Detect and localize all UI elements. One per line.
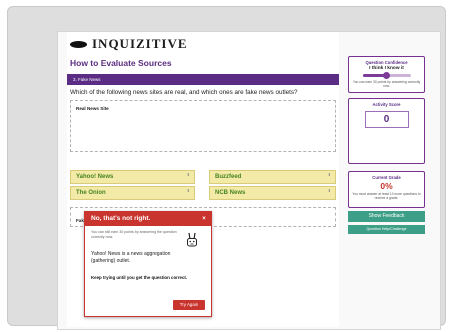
- rabbit-mascot-icon: [187, 232, 197, 247]
- current-grade-value: 0%: [380, 181, 393, 191]
- confidence-title: Question Confidence: [365, 60, 408, 65]
- popup-title: No, that's not right.: [91, 215, 151, 222]
- current-grade-note: You must answer at least 10 more questio…: [352, 192, 421, 201]
- confidence-slider[interactable]: [362, 72, 411, 79]
- page-title: How to Evaluate Sources: [70, 58, 172, 68]
- close-icon[interactable]: ×: [199, 214, 209, 224]
- drag-handle-icon: ⬍: [327, 188, 331, 193]
- real-news-dropzone[interactable]: Real News Site: [70, 100, 336, 152]
- tile-label: Buzzfeed: [215, 174, 242, 180]
- question-help-button[interactable]: Question Help/Challenge: [348, 225, 425, 234]
- current-grade-title: Current Grade: [372, 175, 401, 180]
- activity-score-title: Activity Score: [372, 102, 401, 107]
- activity-score-panel: Activity Score 0: [348, 98, 425, 164]
- popup-header: No, that's not right. ×: [85, 212, 211, 226]
- confidence-value: I think I know it: [369, 66, 404, 71]
- drag-handle-icon: ⬍: [186, 172, 190, 177]
- tile-label: NCB News: [215, 190, 246, 196]
- tile-yahoo-news[interactable]: Yahoo! News ⬍: [70, 170, 195, 184]
- brand-name: INQUIZITIVE: [92, 36, 188, 51]
- popup-message: Yahoo! News is a news aggregation (gathe…: [91, 251, 171, 264]
- device-frame: INQUIZITIVE How to Evaluate Sources 3. F…: [7, 6, 446, 330]
- question-text: Which of the following news sites are re…: [70, 89, 298, 96]
- tile-ncb-news[interactable]: NCB News ⬍: [209, 186, 336, 200]
- question-confidence-panel: Question Confidence I think I know it Yo…: [348, 56, 425, 93]
- show-feedback-button[interactable]: Show Feedback: [348, 211, 425, 222]
- confidence-note: You can earn 30 points by answering corr…: [352, 80, 421, 89]
- app-screen: INQUIZITIVE How to Evaluate Sources 3. F…: [57, 31, 441, 330]
- topic-bar: 3. Fake News: [67, 74, 339, 85]
- drag-handle-icon: ⬍: [327, 172, 331, 177]
- tile-the-onion[interactable]: The Onion ⬍: [70, 186, 195, 200]
- activity-score-value: 0: [364, 111, 409, 128]
- tile-label: The Onion: [76, 190, 106, 196]
- drag-handle-icon: ⬍: [186, 188, 190, 193]
- brand-logo-icon: [70, 40, 87, 48]
- confidence-slider-handle[interactable]: [383, 72, 390, 79]
- feedback-popup: No, that's not right. × You can still ea…: [84, 211, 212, 317]
- brand-logo: INQUIZITIVE: [70, 36, 188, 51]
- popup-points-note: You can still earn 30 points by answerin…: [91, 230, 177, 239]
- tile-label: Yahoo! News: [76, 174, 114, 180]
- try-again-button[interactable]: Try Again: [173, 300, 205, 310]
- real-news-label: Real News Site: [76, 106, 109, 111]
- current-grade-panel: Current Grade 0% You must answer at leas…: [348, 171, 425, 208]
- tile-buzzfeed[interactable]: Buzzfeed ⬍: [209, 170, 336, 184]
- popup-instruction: Keep trying until you get the question c…: [91, 275, 188, 280]
